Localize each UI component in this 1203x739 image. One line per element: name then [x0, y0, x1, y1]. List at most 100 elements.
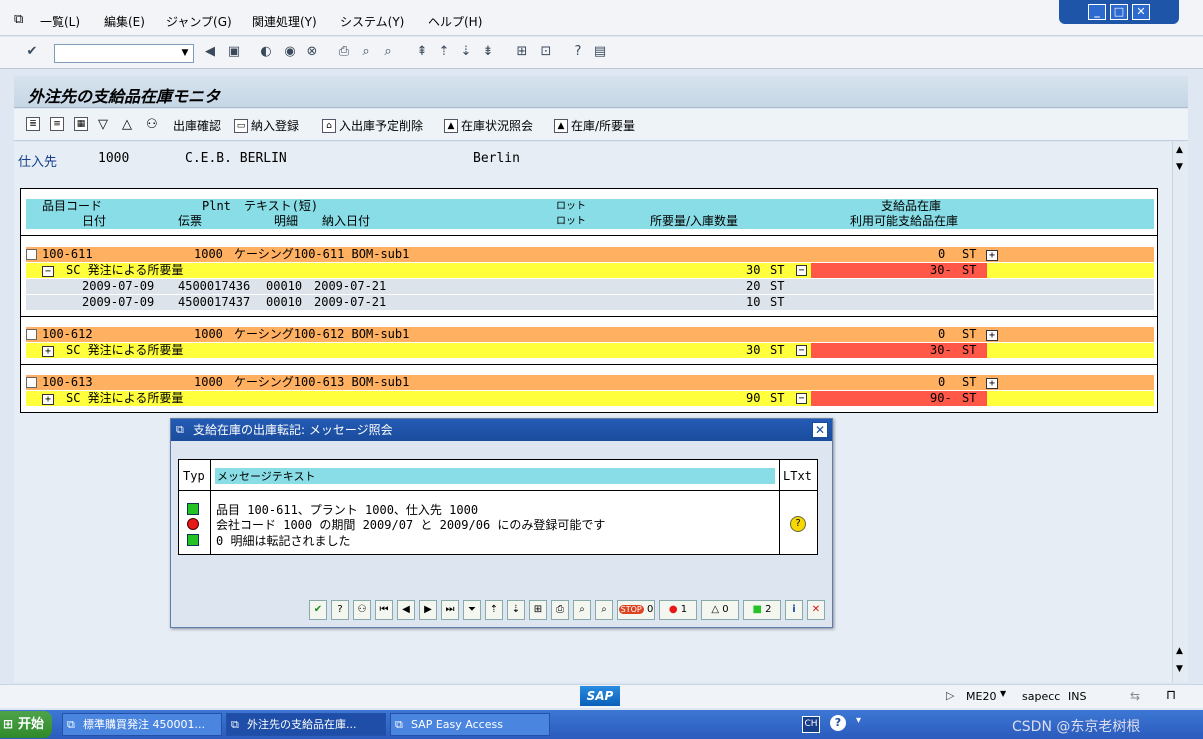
- expand-icon[interactable]: ▽: [98, 117, 108, 132]
- col-batch: ロット: [556, 201, 586, 212]
- long-text-icon[interactable]: ?: [790, 516, 806, 532]
- stop-filter-button[interactable]: STOP 0: [617, 600, 655, 620]
- scroll-bottom-icon[interactable]: ▼: [1176, 664, 1183, 674]
- detail-row[interactable]: 2009-07-09 4500017436 00010 2009-07-21 2…: [26, 279, 1154, 294]
- command-field[interactable]: ▼: [54, 44, 194, 63]
- confirm-check-icon[interactable]: ✔: [309, 600, 327, 620]
- help-icon[interactable]: ?: [331, 600, 349, 620]
- chevron-down-icon[interactable]: ▼: [1000, 689, 1006, 698]
- find-next-icon[interactable]: ⌕: [595, 600, 613, 620]
- menu-jump[interactable]: ジャンプ(G): [166, 13, 232, 30]
- requirement-row[interactable]: + SC 発注による所要量 90 ST − 90- ST: [26, 391, 1154, 406]
- scroll-down-icon[interactable]: ▲: [1176, 646, 1183, 656]
- row-checkbox[interactable]: [26, 329, 37, 340]
- shortcut-icon[interactable]: ⊡: [538, 44, 554, 60]
- expand-plus-icon[interactable]: +: [42, 394, 54, 405]
- message-dialog: ⧉ 支給在庫の出庫転記: メッセージ照会 ✕ Typ メッセージテキスト LTx…: [170, 418, 833, 628]
- filter-icon[interactable]: ⏷: [463, 600, 481, 620]
- last-page-icon[interactable]: ⇟: [480, 44, 496, 60]
- transaction-code: ME20: [966, 690, 997, 703]
- select-all-icon[interactable]: ≣: [26, 117, 40, 131]
- previous-icon[interactable]: ◀: [397, 600, 415, 620]
- last-icon[interactable]: ⏭: [441, 600, 459, 620]
- find-icon[interactable]: ⌕: [358, 44, 374, 60]
- goods-receipt-button[interactable]: ▭ 納入登録: [234, 117, 299, 134]
- chevron-down-icon[interactable]: ▼: [177, 45, 193, 62]
- menu-help[interactable]: ヘルプ(H): [428, 13, 482, 30]
- cancel-icon[interactable]: ⊗: [304, 44, 320, 60]
- first-icon[interactable]: ⏮: [375, 600, 393, 620]
- create-session-icon[interactable]: ⊞: [514, 44, 530, 60]
- glasses-icon[interactable]: ⚇: [146, 117, 158, 132]
- expand-plus-icon[interactable]: +: [42, 346, 54, 357]
- close-icon[interactable]: ✕: [812, 422, 828, 438]
- cancel-icon[interactable]: ✕: [807, 600, 825, 620]
- error-filter-button[interactable]: ● 1: [659, 600, 697, 620]
- row-checkbox[interactable]: [26, 377, 37, 388]
- previous-page-icon[interactable]: ⇡: [436, 44, 452, 60]
- enter-icon[interactable]: ✔: [24, 44, 40, 60]
- glasses-icon[interactable]: ⚇: [353, 600, 371, 620]
- find-next-icon[interactable]: ⌕: [380, 44, 396, 60]
- warning-filter-button[interactable]: △ 0: [701, 600, 739, 620]
- detail-row[interactable]: 2009-07-09 4500017437 00010 2009-07-21 1…: [26, 295, 1154, 310]
- exit-icon[interactable]: ◉: [282, 44, 298, 60]
- success-status-icon: [187, 503, 199, 515]
- stock-overview-button[interactable]: ▲ 在庫状況照会: [444, 117, 533, 134]
- delete-planned-button[interactable]: ⌂ 入出庫予定削除: [322, 117, 423, 134]
- taskbar-item-active[interactable]: ⧉ 外注先の支給品在庫...: [226, 713, 386, 736]
- find-icon[interactable]: ⌕: [573, 600, 591, 620]
- expand-plus-icon[interactable]: +: [986, 330, 998, 341]
- status-bar: SAP ▷ ME20 ▼ sapecc INS ⇆ ⊓: [0, 684, 1203, 708]
- options-icon[interactable]: ▾: [856, 715, 861, 726]
- start-button[interactable]: ⊞ 开始: [0, 711, 52, 738]
- play-icon[interactable]: ▷: [946, 689, 954, 702]
- taskbar-item[interactable]: ⧉ 標準購買発注 450001...: [62, 713, 222, 736]
- close-window-button[interactable]: ✕: [1132, 4, 1150, 20]
- material-row[interactable]: 100-611 1000 ケーシング100-611 BOM-sub1 0 ST …: [26, 247, 1154, 262]
- success-filter-button[interactable]: ■ 2: [743, 600, 781, 620]
- menu-icon[interactable]: ⧉: [14, 12, 23, 27]
- deselect-all-icon[interactable]: ≡: [50, 117, 64, 131]
- select-block-icon[interactable]: ▦: [74, 117, 88, 131]
- help-icon[interactable]: ?: [570, 44, 586, 60]
- scroll-up-icon[interactable]: ▼: [1176, 162, 1183, 172]
- scroll-top-icon[interactable]: ▲: [1176, 145, 1183, 155]
- ship-confirm-button[interactable]: 出庫確認: [173, 117, 221, 134]
- row-checkbox[interactable]: [26, 249, 37, 260]
- material-row[interactable]: 100-612 1000 ケーシング100-612 BOM-sub1 0 ST …: [26, 327, 1154, 342]
- menu-list[interactable]: 一覧(L): [40, 13, 80, 30]
- sort-descending-icon[interactable]: ⇣: [507, 600, 525, 620]
- requirement-qty: 90: [746, 391, 761, 405]
- stock-requirements-button[interactable]: ▲ 在庫/所要量: [554, 117, 635, 134]
- menu-system[interactable]: システム(Y): [340, 13, 404, 30]
- print-icon[interactable]: ⎙: [551, 600, 569, 620]
- maximize-button[interactable]: □: [1110, 4, 1128, 20]
- vertical-scrollbar[interactable]: ▲ ▼ ▲ ▼: [1172, 142, 1188, 682]
- first-page-icon[interactable]: ⇞: [414, 44, 430, 60]
- help-icon[interactable]: ?: [830, 715, 846, 731]
- minimize-button[interactable]: _: [1088, 4, 1106, 20]
- expand-plus-icon[interactable]: +: [986, 250, 998, 261]
- save-icon[interactable]: ▣: [226, 44, 242, 60]
- print-icon[interactable]: ⎙: [336, 44, 352, 60]
- expand-plus-icon[interactable]: +: [986, 378, 998, 389]
- requirement-row[interactable]: + SC 発注による所要量 30 ST − 30- ST: [26, 343, 1154, 358]
- back-icon[interactable]: ◐: [258, 44, 274, 60]
- next-icon[interactable]: ▶: [419, 600, 437, 620]
- info-icon[interactable]: i: [785, 600, 803, 620]
- details-icon[interactable]: ⊞: [529, 600, 547, 620]
- taskbar-item[interactable]: ⧉ SAP Easy Access: [390, 713, 550, 736]
- windows-logo-icon: ⊞: [3, 717, 14, 731]
- requirement-row[interactable]: − SC 発注による所要量 30 ST − 30- ST: [26, 263, 1154, 278]
- collapse-icon[interactable]: △: [122, 117, 132, 132]
- collapse-minus-icon[interactable]: −: [42, 266, 54, 277]
- language-indicator[interactable]: CH: [802, 716, 820, 733]
- next-page-icon[interactable]: ⇣: [458, 44, 474, 60]
- sort-ascending-icon[interactable]: ⇡: [485, 600, 503, 620]
- menu-edit[interactable]: 編集(E): [104, 13, 145, 30]
- layout-menu-icon[interactable]: ▤: [592, 44, 608, 60]
- back-arrow-icon[interactable]: ◀: [202, 44, 218, 60]
- material-row[interactable]: 100-613 1000 ケーシング100-613 BOM-sub1 0 ST …: [26, 375, 1154, 390]
- menu-environment[interactable]: 関連処理(Y): [252, 13, 317, 30]
